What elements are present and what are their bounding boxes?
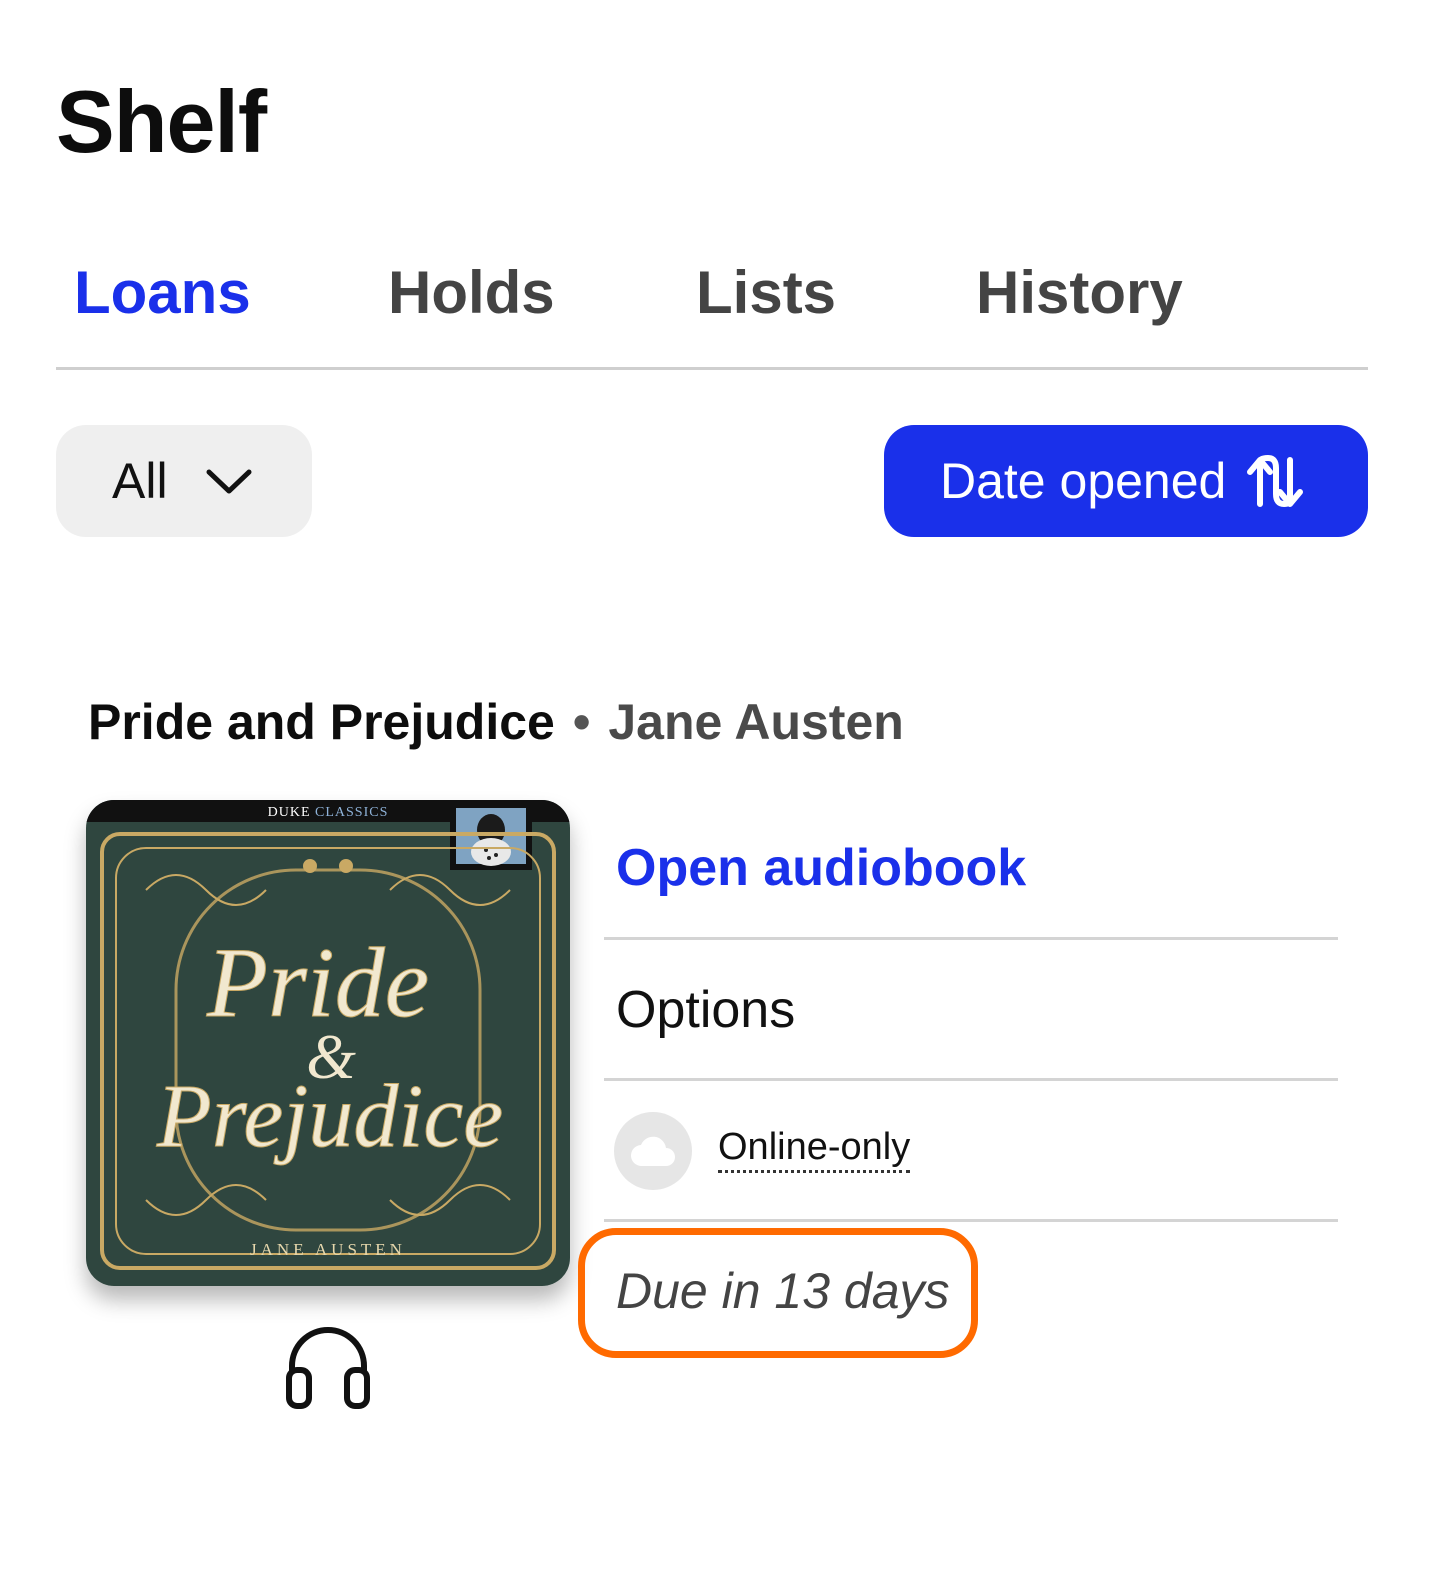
sort-button[interactable]: Date opened <box>884 425 1368 537</box>
title-author-separator: • <box>572 694 591 750</box>
tab-loans[interactable]: Loans <box>74 255 251 331</box>
shelf-tabs: Loans Holds Lists History <box>56 255 1368 370</box>
svg-text:DUKE CLASSICS: DUKE CLASSICS <box>268 805 389 820</box>
loan-heading: Pride and Prejudice • Jane Austen <box>88 690 904 754</box>
book-author[interactable]: Jane Austen <box>608 694 903 750</box>
headphones-icon <box>284 1322 372 1410</box>
due-date-label: Due in 13 days <box>616 1263 950 1319</box>
sort-label: Date opened <box>940 453 1227 509</box>
filter-dropdown[interactable]: All <box>56 425 312 537</box>
tab-history[interactable]: History <box>976 255 1183 331</box>
book-cover[interactable]: DUKE CLASSICS Pride & Prejudice JANE AUS… <box>86 800 570 1286</box>
options-button[interactable]: Options <box>616 980 795 1040</box>
availability-row <box>604 1081 1338 1222</box>
online-only-label[interactable]: Online-only <box>718 1124 911 1173</box>
book-title[interactable]: Pride and Prejudice <box>88 694 555 750</box>
tab-lists[interactable]: Lists <box>696 255 836 331</box>
cover-author: JANE AUSTEN <box>250 1240 406 1259</box>
sort-arrows-icon <box>1246 454 1304 508</box>
chevron-down-icon <box>204 466 254 496</box>
tab-holds[interactable]: Holds <box>388 255 555 331</box>
cover-publisher-word1: DUKE <box>268 805 311 820</box>
cover-publisher-word2: CLASSICS <box>315 805 388 820</box>
cover-title-line2: Prejudice <box>156 1067 504 1166</box>
cloud-icon <box>614 1112 692 1190</box>
filter-label: All <box>112 453 168 509</box>
open-audiobook-button[interactable]: Open audiobook <box>616 838 1026 898</box>
page-title: Shelf <box>56 72 267 171</box>
